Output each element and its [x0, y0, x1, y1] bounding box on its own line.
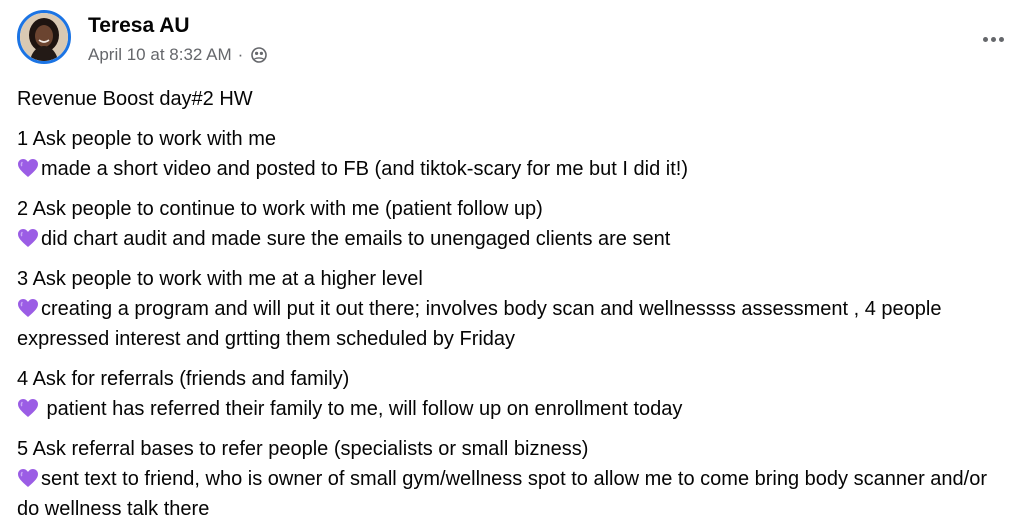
meta-separator: ·: [237, 45, 244, 64]
task-item: 4 Ask for referrals (friends and family)…: [17, 364, 994, 424]
task-item: 1 Ask people to work with me made a shor…: [17, 124, 994, 184]
purple-heart-icon: [17, 298, 39, 318]
post-timestamp[interactable]: April 10 at 8:32 AM: [88, 45, 232, 65]
task-response: did chart audit and made sure the emails…: [41, 228, 671, 250]
task-item: 5 Ask referral bases to refer people (sp…: [17, 434, 994, 524]
purple-heart-icon: [17, 398, 39, 418]
task-response: made a short video and posted to FB (and…: [41, 158, 688, 180]
post-title: Revenue Boost day#2 HW: [17, 88, 253, 110]
task-heading: 2 Ask people to continue to work with me…: [17, 198, 543, 220]
task-heading: 5 Ask referral bases to refer people (sp…: [17, 438, 589, 460]
more-dot: [998, 36, 1004, 42]
more-dot: [990, 36, 996, 42]
purple-heart-icon: [17, 228, 39, 248]
profile-photo-icon: [20, 13, 68, 61]
task-response: creating a program and will put it out t…: [17, 298, 942, 350]
post-card: Teresa AU April 10 at 8:32 AM · Revenue …: [0, 0, 1024, 527]
task-heading: 4 Ask for referrals (friends and family): [17, 368, 350, 390]
purple-heart-icon: [17, 468, 39, 488]
post-meta: April 10 at 8:32 AM ·: [88, 45, 268, 65]
task-response: sent text to friend, who is owner of sma…: [17, 468, 988, 520]
post-header: Teresa AU April 10 at 8:32 AM ·: [17, 10, 1007, 72]
more-dot: [982, 36, 988, 42]
author-name[interactable]: Teresa AU: [88, 14, 190, 38]
more-options-icon[interactable]: [979, 32, 1007, 46]
task-heading: 1 Ask people to work with me: [17, 128, 277, 150]
post-body: Revenue Boost day#2 HW 1 Ask people to w…: [17, 84, 994, 527]
task-heading: 3 Ask people to work with me at a higher…: [17, 268, 423, 290]
avatar[interactable]: [17, 10, 71, 64]
task-item: 3 Ask people to work with me at a higher…: [17, 264, 994, 354]
friends-icon[interactable]: [251, 47, 268, 63]
task-item: 2 Ask people to continue to work with me…: [17, 194, 994, 254]
task-response: patient has referred their family to me,…: [41, 398, 683, 420]
purple-heart-icon: [17, 158, 39, 178]
